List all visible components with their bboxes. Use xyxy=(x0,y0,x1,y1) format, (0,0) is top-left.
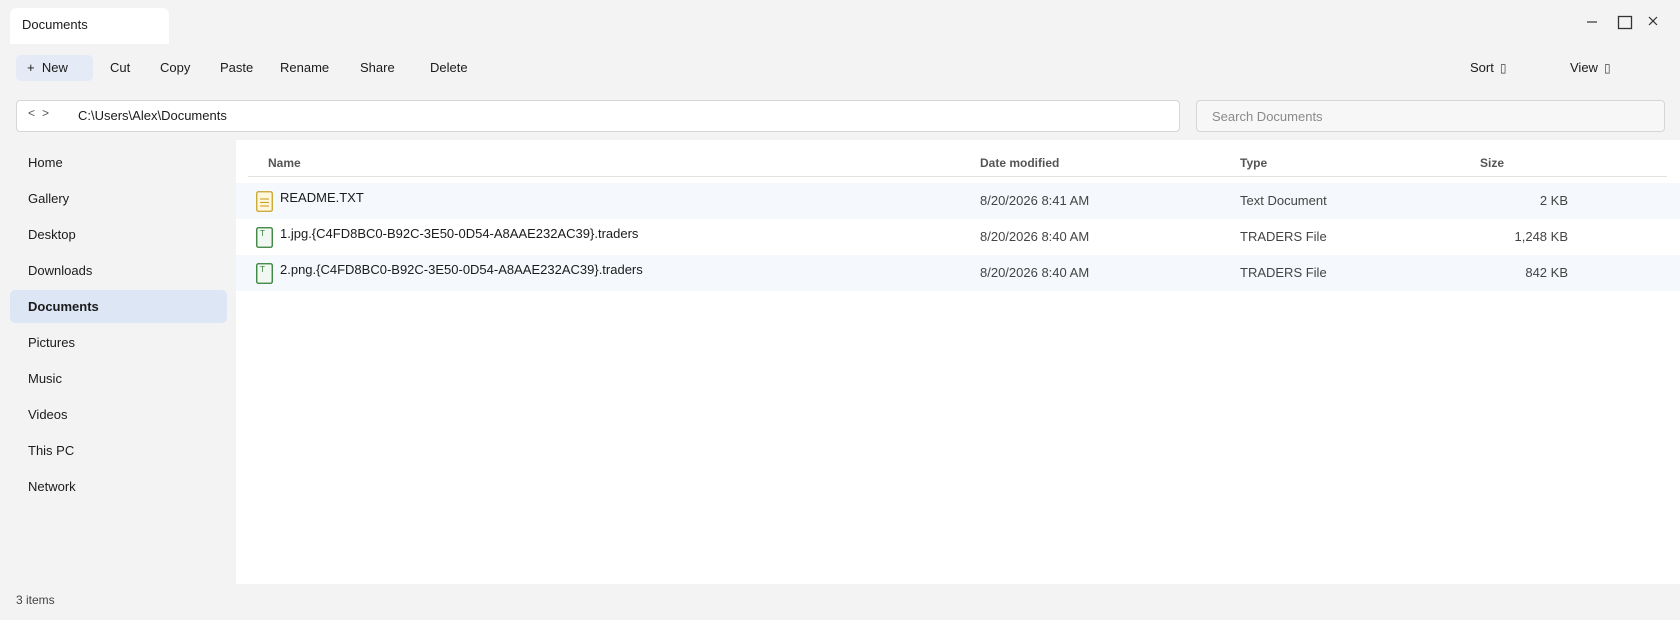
close-button[interactable] xyxy=(1638,10,1668,34)
traders-icon-letter: T xyxy=(260,229,265,238)
address-path[interactable]: C:\Users\Alex\Documents xyxy=(78,108,227,123)
search-input[interactable] xyxy=(1196,100,1665,132)
traders-file-icon: T xyxy=(256,263,273,284)
sidebar-item-downloads[interactable]: Downloads xyxy=(10,254,227,287)
maximize-button[interactable] xyxy=(1610,10,1640,34)
tab-title: Documents xyxy=(22,17,88,32)
delete-button[interactable]: Delete xyxy=(428,55,470,81)
file-size: 842 KB xyxy=(1525,265,1568,280)
new-button[interactable]: + New xyxy=(16,55,93,81)
rename-button[interactable]: Rename xyxy=(278,55,331,81)
back-icon[interactable]: < xyxy=(28,106,35,120)
minimize-icon xyxy=(1587,21,1597,23)
status-item-count: 3 items xyxy=(16,593,55,607)
sidebar-item-network[interactable]: Network xyxy=(10,470,227,503)
view-chevron-icon: ▯ xyxy=(1603,61,1611,75)
sidebar-item-pictures[interactable]: Pictures xyxy=(10,326,227,359)
column-header-size[interactable]: Size xyxy=(1480,150,1504,176)
sidebar-item-music[interactable]: Music xyxy=(10,362,227,395)
file-row[interactable]: T 2.png.{C4FD8BC0-B92C-3E50-0D54-A8AAE23… xyxy=(236,255,1680,291)
file-name: README.TXT xyxy=(280,190,364,205)
file-list: Name Date modified Type Size README.TXT … xyxy=(236,140,1680,584)
share-button[interactable]: Share xyxy=(358,55,397,81)
close-icon xyxy=(1648,16,1658,26)
sidebar-item-desktop[interactable]: Desktop xyxy=(10,218,227,251)
file-name: 2.png.{C4FD8BC0-B92C-3E50-0D54-A8AAE232A… xyxy=(280,262,643,277)
title-bar: Documents xyxy=(0,0,1680,46)
file-size: 2 KB xyxy=(1539,193,1568,208)
sort-button[interactable]: Sort ▯ xyxy=(1468,55,1508,81)
tab-documents[interactable]: Documents xyxy=(10,8,169,44)
forward-icon[interactable]: > xyxy=(42,106,49,120)
text-document-icon xyxy=(256,191,273,212)
traders-file-icon: T xyxy=(256,227,273,248)
sidebar-item-gallery[interactable]: Gallery xyxy=(10,182,227,215)
address-bar[interactable]: < > C:\Users\Alex\Documents xyxy=(16,100,1180,132)
sidebar-item-this-pc[interactable]: This PC xyxy=(10,434,227,467)
plus-icon: + xyxy=(27,60,35,75)
header-divider xyxy=(248,176,1667,177)
file-date: 8/20/2026 8:40 AM xyxy=(980,229,1090,244)
navigation-pane: Home Gallery Desktop Downloads Documents… xyxy=(0,140,236,584)
column-header-name[interactable]: Name xyxy=(268,150,301,176)
file-date: 8/20/2026 8:40 AM xyxy=(980,265,1090,280)
file-row[interactable]: T 1.jpg.{C4FD8BC0-B92C-3E50-0D54-A8AAE23… xyxy=(236,219,1680,255)
column-header-date[interactable]: Date modified xyxy=(980,150,1059,176)
sidebar-item-documents[interactable]: Documents xyxy=(10,290,227,323)
file-size: 1,248 KB xyxy=(1514,229,1569,244)
paste-button[interactable]: Paste xyxy=(218,55,255,81)
sort-chevron-icon: ▯ xyxy=(1499,61,1507,75)
view-button[interactable]: View ▯ xyxy=(1568,55,1613,81)
view-label: View xyxy=(1570,60,1598,75)
command-bar: + New Cut Copy Paste Rename Share Delete… xyxy=(0,52,1680,84)
maximize-icon xyxy=(1617,15,1633,30)
file-row[interactable]: README.TXT 8/20/2026 8:41 AM Text Docume… xyxy=(236,183,1680,219)
file-type: TRADERS File xyxy=(1240,229,1327,244)
file-type: Text Document xyxy=(1240,193,1327,208)
sidebar-item-videos[interactable]: Videos xyxy=(10,398,227,431)
column-header-type[interactable]: Type xyxy=(1240,150,1267,176)
minimize-button[interactable] xyxy=(1577,10,1607,34)
file-date: 8/20/2026 8:41 AM xyxy=(980,193,1090,208)
file-type: TRADERS File xyxy=(1240,265,1327,280)
new-label: New xyxy=(41,60,68,75)
cut-button[interactable]: Cut xyxy=(108,55,132,81)
sidebar-item-home[interactable]: Home xyxy=(10,146,227,179)
traders-icon-letter: T xyxy=(260,265,265,274)
copy-button[interactable]: Copy xyxy=(158,55,192,81)
sort-label: Sort xyxy=(1470,60,1494,75)
file-name: 1.jpg.{C4FD8BC0-B92C-3E50-0D54-A8AAE232A… xyxy=(280,226,639,241)
